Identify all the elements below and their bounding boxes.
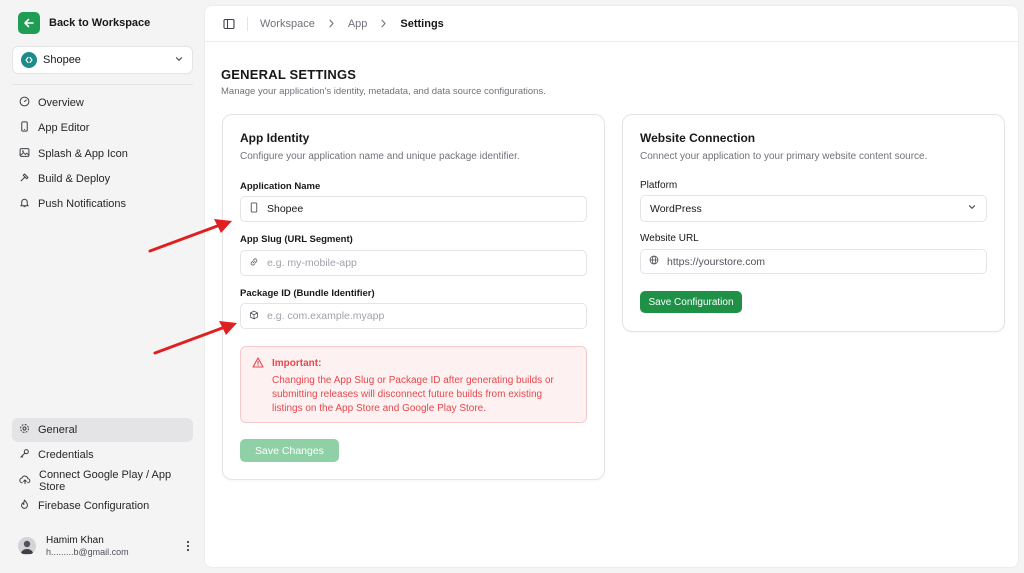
breadcrumb: Workspace App Settings	[260, 18, 444, 30]
website-url-placeholder: https://yourstore.com	[667, 255, 766, 268]
chevron-down-icon	[174, 54, 184, 67]
breadcrumb-workspace[interactable]: Workspace	[260, 18, 315, 30]
smartphone-icon	[19, 121, 30, 135]
alert-body: Changing the App Slug or Package ID afte…	[272, 375, 554, 414]
save-configuration-button[interactable]: Save Configuration	[640, 291, 742, 313]
app-logo-icon	[21, 52, 37, 68]
app-slug-label: App Slug (URL Segment)	[240, 234, 353, 245]
chevron-down-icon	[967, 202, 977, 215]
website-url-label: Website URL	[640, 233, 699, 244]
sidebar-item-credentials[interactable]: Credentials	[12, 443, 193, 467]
app-selector[interactable]: Shopee	[12, 46, 193, 74]
breadcrumb-current: Settings	[400, 17, 444, 30]
user-email: h.........b@gmail.com	[46, 546, 129, 557]
platform-select-value: WordPress	[650, 202, 702, 215]
package-id-label: Package ID (Bundle Identifier)	[240, 288, 375, 299]
app-identity-card: App Identity Configure your application …	[222, 114, 605, 480]
application-name-value: Shopee	[267, 203, 304, 215]
gear-icon	[19, 423, 30, 437]
package-id-field[interactable]: e.g. com.example.myapp	[240, 303, 587, 329]
application-name-label: Application Name	[240, 181, 321, 192]
card-description: Configure your application name and uniq…	[240, 151, 520, 162]
important-alert: Important: Changing the App Slug or Pack…	[240, 346, 587, 423]
hammer-icon	[19, 172, 30, 186]
sidebar-item-label: Connect Google Play / App Store	[39, 468, 172, 493]
card-title: Website Connection	[640, 131, 756, 145]
back-to-workspace-button[interactable]: Back to Workspace	[18, 12, 150, 34]
top-bar: Workspace App Settings	[205, 6, 1018, 42]
page-title: GENERAL SETTINGS	[221, 67, 357, 82]
sidebar-item-general[interactable]: General	[12, 418, 193, 442]
card-title: App Identity	[240, 131, 310, 145]
sidebar-item-app-editor[interactable]: App Editor	[12, 116, 193, 140]
image-icon	[19, 147, 30, 161]
sidebar-nav-settings: General Credentials Connect Google Play …	[12, 418, 193, 519]
sidebar-item-overview[interactable]: Overview	[12, 91, 193, 115]
chevron-right-icon	[380, 19, 387, 28]
save-changes-button[interactable]: Save Changes	[240, 439, 339, 462]
sidebar-divider	[12, 84, 193, 85]
application-name-field[interactable]: Shopee	[240, 196, 587, 222]
breadcrumb-app[interactable]: App	[348, 18, 368, 30]
app-slug-placeholder: e.g. my-mobile-app	[267, 257, 357, 269]
website-connection-card: Website Connection Connect your applicat…	[622, 114, 1005, 332]
sidebar-item-build-deploy[interactable]: Build & Deploy	[12, 167, 193, 191]
back-to-workspace-label: Back to Workspace	[49, 17, 151, 29]
user-info: Hamim Khan h.........b@gmail.com	[46, 535, 176, 557]
platform-label: Platform	[640, 180, 678, 191]
alert-title: Important:	[272, 358, 322, 369]
gauge-icon	[19, 96, 30, 110]
card-description: Connect your application to your primary…	[640, 151, 928, 162]
app-slug-field[interactable]: e.g. my-mobile-app	[240, 250, 587, 276]
more-vertical-icon[interactable]	[186, 540, 190, 552]
sidebar-item-label: General	[38, 424, 78, 436]
cloud-upload-icon	[19, 474, 31, 488]
main-panel: Workspace App Settings GENERAL SETTINGS …	[204, 5, 1019, 568]
user-name: Hamim Khan	[46, 535, 104, 547]
smartphone-icon	[249, 202, 259, 216]
avatar	[18, 537, 36, 555]
chevron-right-icon	[328, 19, 335, 28]
sidebar-item-splash-app-icon[interactable]: Splash & App Icon	[12, 142, 193, 166]
sidebar: Back to Workspace Shopee Overview App Ed…	[0, 0, 204, 573]
warning-triangle-icon	[252, 357, 264, 371]
user-profile[interactable]: Hamim Khan h.........b@gmail.com	[18, 534, 190, 558]
sidebar-item-label: App Editor	[38, 122, 90, 135]
globe-icon	[649, 255, 659, 268]
sidebar-item-label: Firebase Configuration	[38, 499, 150, 512]
app-selector-value: Shopee	[43, 54, 81, 66]
package-box-icon	[249, 310, 259, 323]
key-icon	[19, 448, 30, 462]
arrow-left-icon	[18, 12, 40, 34]
website-url-field[interactable]: https://yourstore.com	[640, 249, 987, 274]
sidebar-item-connect-stores[interactable]: Connect Google Play / App Store	[12, 469, 193, 493]
sidebar-item-label: Credentials	[38, 449, 94, 462]
package-id-placeholder: e.g. com.example.myapp	[267, 310, 385, 322]
flame-icon	[19, 499, 30, 513]
sidebar-item-firebase[interactable]: Firebase Configuration	[12, 494, 193, 518]
topbar-divider	[247, 16, 248, 31]
sidebar-item-push-notifications[interactable]: Push Notifications	[12, 192, 193, 216]
link-icon	[249, 257, 259, 270]
sidebar-item-label: Overview	[38, 97, 84, 109]
bell-icon	[19, 197, 30, 211]
sidebar-nav-main: Overview App Editor Splash & App Icon Bu…	[12, 91, 193, 217]
sidebar-item-label: Splash & App Icon	[38, 147, 128, 160]
page-subtitle: Manage your application's identity, meta…	[221, 86, 546, 97]
platform-select[interactable]: WordPress	[640, 195, 987, 222]
sidebar-item-label: Push Notifications	[38, 198, 127, 211]
sidebar-toggle-icon[interactable]	[223, 18, 235, 30]
sidebar-item-label: Build & Deploy	[38, 172, 111, 185]
